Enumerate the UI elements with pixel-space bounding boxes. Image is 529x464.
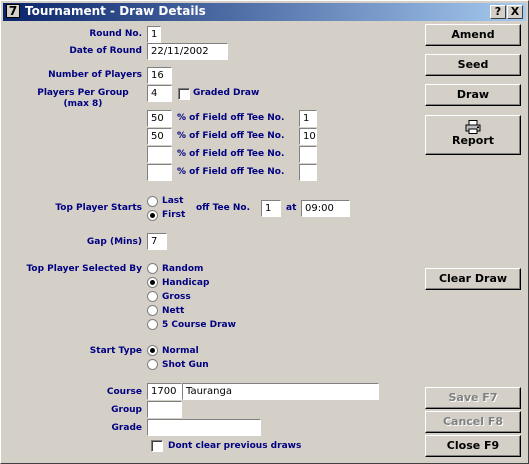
close-button[interactable]: Close F9 [425, 435, 521, 457]
field-pct-4[interactable] [147, 164, 172, 181]
round-field[interactable]: 1 [147, 26, 161, 43]
title-bar[interactable]: 7 Tournament - Draw Details ? X [3, 3, 526, 21]
select-nett-label: Nett [162, 306, 185, 316]
printer-icon [465, 120, 481, 134]
help-title-button[interactable]: ? [490, 5, 506, 19]
select-random-radio[interactable] [147, 263, 158, 274]
save-button[interactable]: Save F7 [425, 387, 521, 409]
starts-last-radio[interactable] [147, 196, 158, 207]
report-label: Report [451, 134, 495, 147]
per-group-label: Players Per Group [37, 88, 129, 98]
per-group-field[interactable]: 4 [147, 85, 172, 102]
field-row-label-3: % of Field off Tee No. [177, 149, 285, 159]
select-random-label: Random [162, 264, 204, 274]
start-normal-label: Normal [162, 346, 199, 356]
start-normal-radio[interactable] [147, 345, 158, 356]
clear-draw-button[interactable]: Clear Draw [425, 268, 521, 290]
start-shotgun-label: Shot Gun [162, 360, 209, 370]
starts-last-label: Last [162, 196, 184, 206]
graded-draw-checkbox[interactable] [178, 88, 190, 100]
course-code-field[interactable]: 1700 [147, 383, 182, 400]
cancel-button[interactable]: Cancel F8 [425, 411, 521, 433]
grade-label: Grade [111, 423, 142, 433]
field-row-label-4: % of Field off Tee No. [177, 167, 285, 177]
draw-button[interactable]: Draw [425, 84, 521, 106]
group-label: Group [111, 405, 142, 415]
select-handicap-radio[interactable] [147, 277, 158, 288]
select-handicap-label: Handicap [162, 278, 210, 288]
window-title: Tournament - Draw Details [25, 4, 206, 18]
field-pct-3[interactable] [147, 146, 172, 163]
grade-field[interactable] [147, 419, 261, 436]
players-field[interactable]: 16 [147, 67, 172, 84]
top-player-starts-label: Top Player Starts [55, 203, 142, 213]
group-field[interactable] [147, 401, 182, 418]
gap-field[interactable]: 7 [147, 233, 167, 250]
start-time-field[interactable]: 09:00 [301, 200, 350, 217]
app-icon: 7 [6, 4, 20, 18]
off-tee-label: off Tee No. [196, 203, 251, 213]
field-tee-1[interactable]: 1 [299, 110, 317, 127]
field-tee-2[interactable]: 10 [299, 128, 317, 145]
gap-label: Gap (Mins) [86, 237, 142, 247]
field-tee-3[interactable] [299, 146, 317, 163]
start-shotgun-radio[interactable] [147, 359, 158, 370]
dont-clear-label: Dont clear previous draws [168, 441, 302, 451]
date-field[interactable]: 22/11/2002 [147, 43, 228, 60]
select-5-course-radio[interactable] [147, 319, 158, 330]
starts-first-label: First [162, 210, 186, 220]
dont-clear-checkbox[interactable] [151, 440, 163, 452]
select-5-course-label: 5 Course Draw [162, 320, 236, 330]
field-tee-4[interactable] [299, 164, 317, 181]
seed-button[interactable]: Seed [425, 54, 521, 76]
field-pct-2[interactable]: 50 [147, 128, 172, 145]
field-row-label-1: % of Field off Tee No. [177, 113, 285, 123]
course-name-field[interactable]: Tauranga [182, 383, 379, 400]
date-label: Date of Round [69, 46, 142, 56]
select-gross-label: Gross [162, 292, 191, 302]
selected-by-label: Top Player Selected By [26, 264, 142, 274]
course-label: Course [106, 387, 142, 397]
field-row-label-2: % of Field off Tee No. [177, 131, 285, 141]
start-type-label: Start Type [89, 346, 142, 356]
players-label: Number of Players [48, 70, 142, 80]
amend-button[interactable]: Amend [425, 24, 521, 46]
close-title-button[interactable]: X [507, 5, 523, 19]
per-group-max-label: (max 8) [63, 99, 103, 109]
round-label: Round No. [89, 29, 142, 39]
graded-draw-label: Graded Draw [193, 88, 260, 98]
at-label: at [286, 203, 297, 213]
starts-first-radio[interactable] [147, 210, 158, 221]
field-pct-1[interactable]: 50 [147, 110, 172, 127]
start-tee-field[interactable]: 1 [261, 200, 281, 217]
select-gross-radio[interactable] [147, 291, 158, 302]
select-nett-radio[interactable] [147, 305, 158, 316]
report-button[interactable]: Report [425, 115, 521, 155]
